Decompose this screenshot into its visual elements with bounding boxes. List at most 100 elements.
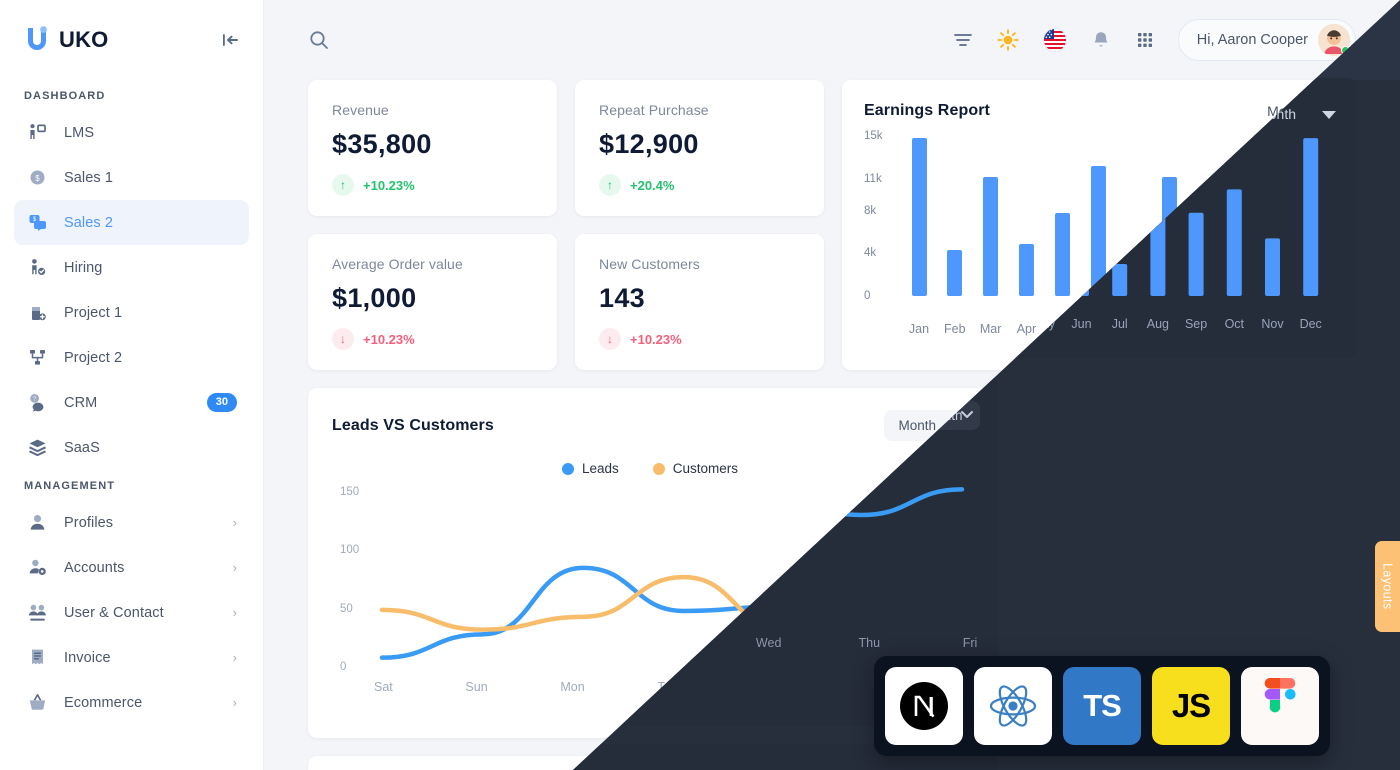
bar-chart-x-tick: Feb bbox=[944, 322, 966, 336]
react-logo[interactable] bbox=[974, 667, 1052, 745]
chevron-right-icon: › bbox=[232, 560, 237, 575]
stat-title: Average Order value bbox=[332, 256, 463, 272]
line-chart-x-tick: Sun bbox=[465, 680, 488, 694]
sidebar-nav: DASHBOARD LMS $ Sales 1 $ Sales 2 Hiring Projec… bbox=[0, 80, 263, 725]
line-chart-x-tick: Mon bbox=[560, 680, 585, 694]
typescript-label: TS bbox=[1083, 688, 1122, 723]
line-chart-x-tick: Thu bbox=[849, 680, 871, 694]
sidebar-item-label: Accounts bbox=[64, 559, 125, 576]
sidebar-item-ecommerce[interactable]: Ecommerce › bbox=[14, 680, 249, 725]
sun-icon[interactable] bbox=[996, 28, 1020, 52]
javascript-logo[interactable]: JS bbox=[1152, 667, 1230, 745]
sidebar-item-hiring[interactable]: Hiring bbox=[14, 245, 249, 290]
user-gear-icon bbox=[26, 557, 48, 579]
earnings-bar-chart: 0 4k 8k 11k 15k Jan Feb Mar Apr May Jun Jul Aug Sep O… bbox=[864, 130, 1330, 336]
collapse-sidebar-icon[interactable] bbox=[219, 29, 241, 51]
bar bbox=[1305, 138, 1321, 296]
line-chart-x-tick: Tue bbox=[657, 680, 679, 694]
filter-lines-icon[interactable] bbox=[952, 29, 974, 51]
sidebar-item-label: Project 1 bbox=[64, 304, 123, 321]
sidebar: UKO DASHBOARD LMS $ Sales 1 $ Sales 2 Hiring Pr… bbox=[0, 0, 264, 770]
leads-period-dropdown[interactable]: Month bbox=[884, 410, 968, 441]
earnings-report-card: Earnings Report Month 0 4k 8k 11k 15k Jan Feb… bbox=[842, 80, 1356, 370]
line-chart-y-tick: 50 bbox=[340, 602, 353, 615]
stat-delta-value: +10.23% bbox=[363, 177, 415, 193]
bar-chart-column bbox=[1260, 238, 1294, 296]
stat-delta: ↓ +10.23% bbox=[599, 328, 800, 350]
sidebar-item-crm[interactable]: ? CRM 30 bbox=[14, 380, 249, 425]
legend-item[interactable]: Customers bbox=[652, 461, 738, 476]
project-box-icon bbox=[26, 302, 48, 324]
avatar bbox=[1318, 24, 1350, 56]
sidebar-item-accounts[interactable]: Accounts › bbox=[14, 545, 249, 590]
sidebar-item-profiles[interactable]: Profiles › bbox=[14, 500, 249, 545]
leads-period-label: Month bbox=[898, 418, 936, 433]
sidebar-item-saas[interactable]: SaaS bbox=[14, 425, 249, 470]
sidebar-item-label: Sales 1 bbox=[64, 169, 114, 186]
leads-title: Leads VS Customers bbox=[332, 416, 494, 434]
figma-logo[interactable] bbox=[1241, 667, 1319, 745]
arrow-up-icon: ↑ bbox=[332, 174, 354, 196]
bar-chart-column bbox=[938, 250, 972, 296]
arrow-down-icon: ↓ bbox=[599, 328, 621, 350]
bar bbox=[1090, 165, 1106, 296]
hiring-person-icon bbox=[26, 257, 48, 279]
line-chart-x-axis: SatSunMonTueWedThuFri bbox=[374, 680, 958, 694]
bar-chart-y-tick: 11k bbox=[864, 172, 882, 185]
legend-item[interactable]: Leads bbox=[561, 461, 619, 476]
legend-dot bbox=[561, 462, 574, 475]
bar-chart-x-tick: May bbox=[1050, 322, 1075, 336]
crm-chat-icon: ? bbox=[26, 392, 48, 414]
typescript-logo[interactable]: TS bbox=[1063, 667, 1141, 745]
svg-text:$: $ bbox=[35, 174, 40, 183]
us-flag-icon[interactable] bbox=[1042, 27, 1068, 53]
tech-logo-strip: TS JS bbox=[874, 656, 1330, 756]
stat-value: 143 bbox=[599, 283, 645, 313]
sidebar-item-sales-2[interactable]: $ Sales 2 bbox=[14, 200, 249, 245]
bar-chart-column bbox=[1081, 165, 1115, 296]
stat-delta-value: +10.23% bbox=[630, 331, 682, 347]
javascript-label: JS bbox=[1171, 687, 1211, 724]
layouts-tab-label: Layouts bbox=[1380, 563, 1395, 610]
user-menu[interactable]: Hi, Aaron Cooper bbox=[1177, 19, 1356, 61]
stat-title: Repeat Purchase bbox=[599, 102, 709, 118]
sidebar-section-title: DASHBOARD bbox=[24, 90, 106, 102]
stat-delta-value: +10.23% bbox=[363, 331, 415, 347]
bar bbox=[1126, 264, 1142, 296]
sidebar-item-project-1[interactable]: Project 1 bbox=[14, 290, 249, 335]
bell-icon[interactable] bbox=[1090, 29, 1112, 51]
grid-apps-icon[interactable] bbox=[1134, 29, 1156, 51]
layouts-tab[interactable]: Layouts bbox=[1375, 541, 1400, 632]
line-chart-plot bbox=[379, 527, 989, 660]
donut-label: Avg Range bbox=[1145, 543, 1223, 561]
sidebar-item-lms[interactable]: LMS bbox=[14, 110, 249, 155]
chevron-down-icon bbox=[945, 418, 958, 430]
sidebar-item-sales-1[interactable]: $ Sales 1 bbox=[14, 155, 249, 200]
brand[interactable]: UKO bbox=[24, 25, 109, 55]
bar bbox=[1162, 176, 1178, 296]
bottom-card bbox=[308, 756, 1356, 770]
stat-card-grid: Revenue $35,800 ↑ +10.23% Repeat Purchase $12… bbox=[308, 80, 824, 370]
bar-chart-column bbox=[1296, 138, 1330, 296]
sidebar-item-invoice[interactable]: Invoice › bbox=[14, 635, 249, 680]
bar bbox=[1018, 243, 1034, 296]
sidebar-header: UKO bbox=[0, 0, 263, 80]
sidebar-item-project-2[interactable]: Project 2 bbox=[14, 335, 249, 380]
sidebar-item-user-contact[interactable]: User & Contact › bbox=[14, 590, 249, 635]
bar bbox=[983, 176, 999, 296]
sidebar-item-label: Profiles bbox=[64, 514, 114, 531]
bar-chart-column bbox=[1045, 212, 1079, 296]
chevron-right-icon: › bbox=[232, 515, 237, 530]
search-icon[interactable] bbox=[308, 29, 330, 51]
legend-label: Leads bbox=[581, 461, 619, 476]
leads-header: Leads VS Customers Month bbox=[332, 410, 968, 441]
layers-icon bbox=[26, 437, 48, 459]
line-chart-y-tick: 0 bbox=[340, 661, 347, 673]
earnings-period-dropdown[interactable]: Month bbox=[1267, 103, 1330, 119]
chevron-right-icon: › bbox=[232, 695, 237, 710]
donut-value: 140 bbox=[1155, 562, 1213, 600]
sales-chat-icon: $ bbox=[26, 212, 48, 234]
nextjs-logo[interactable] bbox=[885, 667, 963, 745]
line-series-customers bbox=[379, 527, 989, 632]
sidebar-item-label: Project 2 bbox=[64, 349, 123, 366]
